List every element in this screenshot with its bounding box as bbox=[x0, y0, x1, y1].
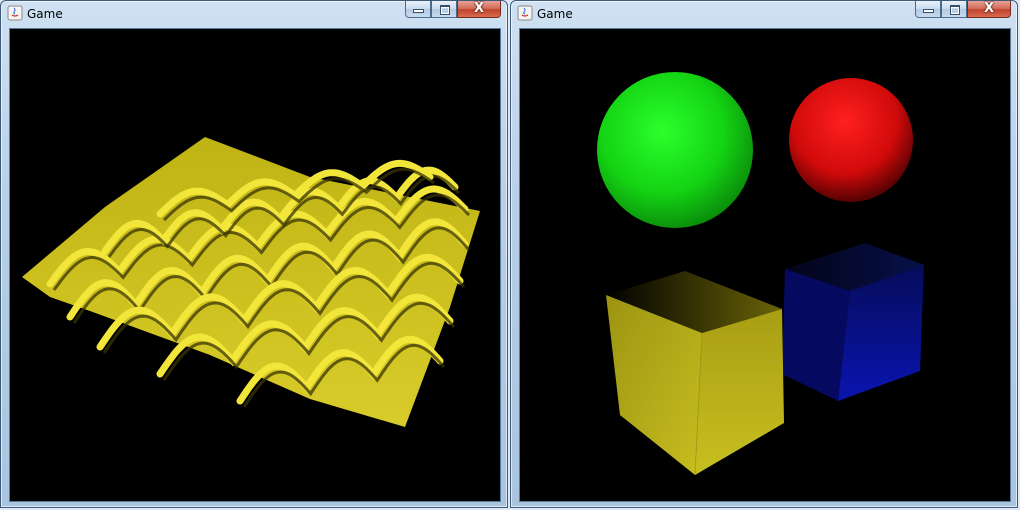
minimize-button[interactable] bbox=[915, 1, 941, 18]
close-icon: X bbox=[473, 1, 485, 16]
yellow-cube bbox=[606, 271, 784, 476]
minimize-icon bbox=[414, 10, 423, 12]
shapes-scene-render bbox=[597, 72, 924, 476]
blue-cube bbox=[782, 243, 924, 401]
game-window-left[interactable]: Game X bbox=[0, 0, 508, 508]
red-sphere bbox=[789, 78, 913, 202]
close-icon: X bbox=[983, 1, 995, 16]
minimize-button[interactable] bbox=[405, 1, 431, 18]
green-sphere bbox=[597, 72, 753, 228]
close-button[interactable]: X bbox=[967, 1, 1011, 18]
title-bar[interactable]: Game X bbox=[511, 1, 1017, 27]
caption-buttons: X bbox=[405, 1, 501, 19]
maximize-button[interactable] bbox=[941, 1, 967, 18]
maximize-icon bbox=[440, 5, 450, 15]
wavy-surface-render bbox=[22, 137, 480, 427]
window-title: Game bbox=[537, 7, 573, 21]
window-title: Game bbox=[27, 7, 63, 21]
minimize-icon bbox=[924, 10, 933, 12]
render-canvas[interactable] bbox=[9, 28, 501, 502]
render-canvas[interactable] bbox=[519, 28, 1011, 502]
maximize-button[interactable] bbox=[431, 1, 457, 18]
maximize-icon bbox=[950, 5, 960, 15]
caption-buttons: X bbox=[915, 1, 1011, 19]
title-bar[interactable]: Game X bbox=[1, 1, 507, 27]
java-app-icon bbox=[7, 5, 23, 21]
close-button[interactable]: X bbox=[457, 1, 501, 18]
game-window-right[interactable]: Game X bbox=[510, 0, 1018, 508]
java-app-icon bbox=[517, 5, 533, 21]
